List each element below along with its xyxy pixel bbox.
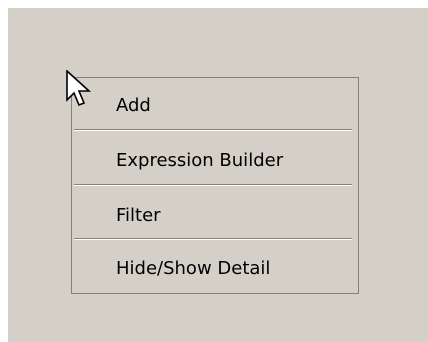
menu-item-label: Hide/Show Detail (116, 257, 271, 279)
context-menu: Add Expression Builder Filter Hide/Show … (71, 77, 359, 294)
app-background: Add Expression Builder Filter Hide/Show … (8, 8, 428, 342)
menu-item-filter[interactable]: Filter (72, 188, 358, 242)
arrow-pointer-icon (66, 70, 92, 107)
menu-item-add[interactable]: Add (72, 78, 358, 132)
menu-item-label: Add (116, 94, 151, 116)
menu-item-hide-show-detail[interactable]: Hide/Show Detail (72, 241, 358, 295)
menu-separator (74, 129, 352, 131)
menu-separator (74, 184, 352, 186)
menu-item-label: Filter (116, 204, 161, 226)
menu-separator (74, 238, 352, 240)
menu-item-expression-builder[interactable]: Expression Builder (72, 133, 358, 187)
menu-item-label: Expression Builder (116, 149, 284, 171)
